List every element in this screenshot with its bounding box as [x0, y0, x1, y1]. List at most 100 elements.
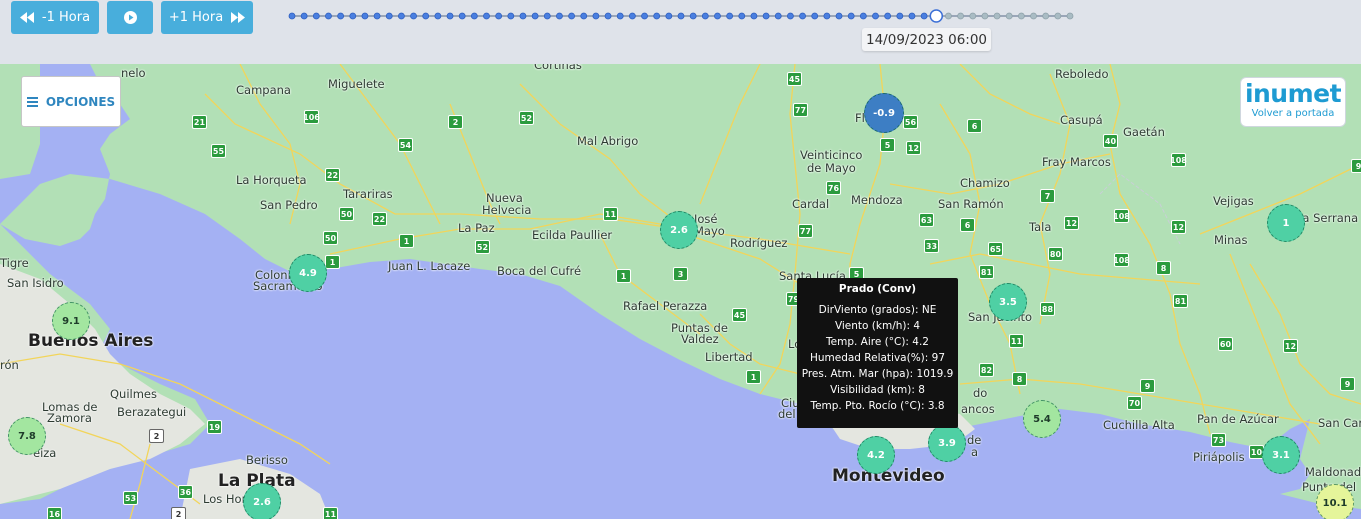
station-marker[interactable]: 4.2: [857, 436, 895, 474]
place-label: Fray Marcos: [1042, 155, 1111, 169]
timeline-step[interactable]: [556, 12, 563, 20]
inumet-logo-link[interactable]: inumet Volver a portada: [1240, 77, 1346, 127]
station-marker[interactable]: 3.5: [989, 283, 1027, 321]
timeline-step[interactable]: [993, 12, 1001, 20]
timeline-step[interactable]: [446, 12, 454, 20]
timeline-step[interactable]: [969, 12, 977, 20]
timeline-step[interactable]: [665, 12, 673, 20]
timeline-step[interactable]: [531, 12, 539, 20]
timeline-step[interactable]: [1042, 12, 1050, 20]
timeline-step[interactable]: [337, 12, 345, 20]
route-shield: 63: [919, 213, 934, 227]
timeline-step[interactable]: [616, 12, 624, 20]
timeline-step[interactable]: [762, 12, 770, 20]
timeline-step[interactable]: [507, 12, 515, 20]
timeline-step[interactable]: [385, 12, 393, 20]
timeline-step[interactable]: [701, 12, 709, 20]
timeline-step[interactable]: [823, 12, 831, 20]
place-label: Boca del Cufré: [497, 264, 582, 278]
timeline-step[interactable]: [799, 12, 806, 20]
next-hour-label: +1 Hora: [168, 10, 224, 25]
place-label: Ecilda Paullier: [532, 228, 613, 242]
timeline-step[interactable]: [312, 12, 320, 20]
timeline-step[interactable]: [434, 12, 442, 20]
place-label: Reboledo: [1055, 67, 1109, 81]
timeline-step[interactable]: [750, 12, 758, 20]
route-shield: 65: [988, 242, 1003, 256]
timeline-step[interactable]: [689, 12, 697, 20]
timeline-step[interactable]: [872, 12, 879, 20]
station-marker[interactable]: -0.9: [864, 93, 904, 133]
timeline-step[interactable]: [1054, 12, 1062, 20]
station-marker[interactable]: 3.9: [928, 424, 966, 462]
weather-map[interactable]: Miguelete Campana Cortinas Reboledo Mal Abri…: [0, 64, 1361, 519]
station-marker[interactable]: 9.1: [52, 302, 90, 340]
timeline-step[interactable]: [896, 12, 904, 20]
route-shield: 2: [149, 429, 164, 443]
timeline-step[interactable]: [1017, 12, 1025, 20]
timeline-step[interactable]: [543, 12, 551, 20]
options-button[interactable]: OPCIONES: [21, 76, 121, 127]
timeline-step[interactable]: [458, 12, 466, 20]
timeline-step[interactable]: [787, 12, 794, 20]
timeline-step[interactable]: [726, 12, 734, 20]
timeline-step[interactable]: [738, 12, 746, 20]
route-shield: 36: [178, 485, 193, 499]
station-marker[interactable]: 10.1: [1316, 484, 1354, 519]
timeline-step[interactable]: [580, 12, 588, 20]
timeline-step[interactable]: [920, 12, 928, 20]
timeline-step[interactable]: [470, 12, 478, 20]
timeline-step[interactable]: [945, 12, 952, 20]
timeline-step[interactable]: [653, 12, 661, 20]
timeline-step[interactable]: [981, 12, 989, 20]
station-marker[interactable]: 2.6: [660, 211, 698, 249]
timeline-step[interactable]: [774, 12, 782, 20]
station-marker[interactable]: 5.4: [1023, 400, 1061, 438]
route-shield: 50: [323, 231, 338, 245]
timeline-step[interactable]: [300, 12, 308, 20]
timeline-step[interactable]: [1030, 12, 1037, 20]
next-hour-button[interactable]: +1 Hora: [161, 1, 253, 34]
timeline-step[interactable]: [325, 12, 332, 20]
station-marker[interactable]: 4.9: [289, 254, 327, 292]
timeline-step[interactable]: [908, 12, 916, 20]
prev-hour-button[interactable]: -1 Hora: [11, 1, 99, 34]
timeline-step[interactable]: [628, 12, 636, 20]
timeline-step[interactable]: [677, 12, 685, 20]
timeline-step[interactable]: [398, 12, 405, 20]
route-shield: 82: [979, 363, 994, 377]
timeline-step[interactable]: [592, 12, 600, 20]
timeline-step[interactable]: [568, 12, 575, 20]
route-shield: 19: [207, 420, 222, 434]
timeline-step[interactable]: [811, 12, 819, 20]
timeline-step[interactable]: [641, 12, 648, 20]
play-button[interactable]: [107, 1, 153, 34]
timeline-step[interactable]: [847, 12, 855, 20]
timeline-step[interactable]: [1066, 12, 1074, 20]
timeline-step[interactable]: [349, 12, 357, 20]
timeline-step[interactable]: [495, 12, 503, 20]
route-shield: 12: [1171, 220, 1186, 234]
timeline-step[interactable]: [422, 12, 430, 20]
timeline-step[interactable]: [361, 12, 369, 20]
timeline-step[interactable]: [1005, 12, 1013, 20]
station-marker[interactable]: 3.1: [1262, 436, 1300, 474]
timeline-step[interactable]: [604, 12, 612, 20]
station-marker[interactable]: 7.8: [8, 417, 46, 455]
tooltip-row: Visibilidad (km): 8: [830, 384, 925, 396]
timeline-step[interactable]: [288, 12, 296, 20]
station-marker[interactable]: 1: [1267, 204, 1305, 242]
timeline-step[interactable]: [835, 12, 843, 20]
timeline-step[interactable]: [714, 12, 721, 20]
timeline-slider[interactable]: [280, 1, 1080, 31]
timeline-step[interactable]: [884, 12, 892, 20]
timeline-step[interactable]: [957, 12, 964, 20]
station-marker[interactable]: 2.6: [243, 483, 281, 519]
timeline-step[interactable]: [519, 12, 527, 20]
timeline-step[interactable]: [410, 12, 417, 20]
timeline-thumb[interactable]: [929, 9, 944, 23]
timeline-step[interactable]: [373, 12, 381, 20]
back-to-home-link[interactable]: Volver a portada: [1241, 108, 1345, 120]
timeline-step[interactable]: [483, 12, 490, 20]
timeline-step[interactable]: [859, 12, 867, 20]
